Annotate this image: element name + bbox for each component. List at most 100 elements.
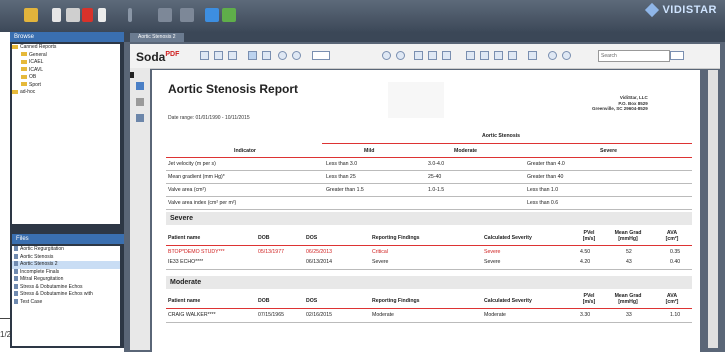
- tree-item[interactable]: Canned Reports: [12, 44, 120, 52]
- tab-aortic-stenosis-2[interactable]: Aortic Stenosis 2: [130, 33, 184, 42]
- level-header-mild: Mild: [364, 148, 375, 154]
- patient-ava: 0.35: [670, 249, 681, 255]
- logo-placeholder: [388, 82, 444, 118]
- list-item-label: Test Case: [20, 298, 43, 305]
- patient-name[interactable]: IE33 ECHO****: [168, 259, 203, 265]
- browse-header: Browse: [10, 32, 124, 42]
- book-icon[interactable]: [528, 51, 537, 60]
- save-icon[interactable]: [200, 51, 209, 60]
- list-item[interactable]: Stress & Dobutamine Echos with: [12, 291, 120, 299]
- col-dos: DOS: [306, 235, 318, 241]
- folder-icon: [21, 74, 27, 79]
- page-number-field[interactable]: [312, 51, 330, 60]
- logo-mark-icon: [645, 3, 660, 18]
- patient-mean-grad: 43: [626, 259, 632, 265]
- browse-title: Browse: [14, 34, 35, 40]
- monitor-icon[interactable]: [205, 8, 219, 22]
- tree-item[interactable]: ICAVL: [12, 67, 120, 75]
- patient-name[interactable]: BTOP*DEMO STUDY***: [168, 249, 225, 255]
- hand-icon[interactable]: [248, 51, 257, 60]
- criteria-moderate: 3.0-4.0: [428, 161, 445, 167]
- criteria-severe: Greater than 4.0: [527, 161, 565, 167]
- list-item[interactable]: Aortic Stenosis: [12, 254, 120, 262]
- col-mean-grad: Mean Grad [mmHg]: [614, 230, 642, 242]
- report-tree: Canned Reports General ICAEL ICAVL OB Sp…: [12, 44, 120, 224]
- chevron-right-icon[interactable]: [130, 72, 134, 78]
- pen-icon[interactable]: [128, 8, 132, 22]
- zoom-in-icon[interactable]: [382, 51, 391, 60]
- pdf-icon[interactable]: [82, 8, 93, 22]
- report-icon: [14, 246, 18, 252]
- brand-sup: PDF: [165, 51, 180, 58]
- table-icon[interactable]: [180, 8, 194, 22]
- patient-name[interactable]: CRAIG WALKER****: [168, 312, 216, 318]
- folder-icon[interactable]: [24, 8, 38, 22]
- list-item[interactable]: Incomplete Finals: [12, 269, 120, 277]
- patient-pvel: 4.50: [580, 249, 591, 255]
- tree-item[interactable]: General: [12, 52, 120, 60]
- patient-dos: 06/25/2013: [306, 249, 332, 255]
- bookmarks-icon[interactable]: [136, 114, 144, 122]
- report-icon: [14, 253, 18, 259]
- criteria-moderate: 25-40: [428, 174, 442, 180]
- patient-severity: Moderate: [484, 312, 506, 318]
- list-item[interactable]: Mitral Regurgitation: [12, 276, 120, 284]
- list-item[interactable]: Test Case: [12, 299, 120, 307]
- single-page-icon[interactable]: [442, 51, 451, 60]
- criteria-severe: Less than 0.6: [527, 200, 559, 206]
- list-item-selected[interactable]: Aortic Stenosis 2: [12, 261, 120, 269]
- attachment-icon[interactable]: [136, 98, 144, 106]
- tree-item-label: ad-hoc: [20, 89, 36, 95]
- rotate-right-icon[interactable]: [292, 51, 301, 60]
- section-moderate: Moderate: [166, 276, 692, 289]
- tree-item[interactable]: OB: [12, 74, 120, 82]
- fit-width-icon[interactable]: [428, 51, 437, 60]
- tree-item[interactable]: ad-hoc: [12, 89, 120, 97]
- grid-icon[interactable]: [158, 8, 172, 22]
- tree-item[interactable]: Sport: [12, 82, 120, 90]
- search-input[interactable]: Search: [598, 50, 670, 62]
- row-divider: [166, 183, 692, 184]
- tree-item[interactable]: ICAEL: [12, 59, 120, 67]
- continuous-icon[interactable]: [466, 51, 475, 60]
- rotate-left-icon[interactable]: [278, 51, 287, 60]
- files-header: Files: [12, 234, 124, 244]
- list-item[interactable]: Aortic Regurgitation: [12, 246, 120, 254]
- row-divider: [166, 322, 692, 323]
- facing-icon[interactable]: [480, 51, 489, 60]
- folder-icon: [21, 82, 27, 87]
- redo-icon[interactable]: [562, 51, 571, 60]
- search-options-icon[interactable]: [670, 51, 684, 60]
- list-item-label: Stress & Dobutamine Echos with: [20, 291, 93, 297]
- col-ava: AVA [cm²]: [665, 230, 679, 242]
- col-calculated-severity: Calculated Severity: [484, 298, 532, 304]
- severe-header-rule: [166, 245, 692, 246]
- report-icon: [14, 298, 18, 304]
- app-toolbar: VIDISTAR: [0, 0, 725, 32]
- undo-icon[interactable]: [548, 51, 557, 60]
- document-icon[interactable]: [52, 8, 61, 22]
- text-select-icon[interactable]: [262, 51, 271, 60]
- zoom-out-icon[interactable]: [396, 51, 405, 60]
- soda-pdf-logo: SodaPDF: [136, 50, 179, 64]
- pages-icon[interactable]: [136, 82, 144, 90]
- patient-severity: Severe: [484, 249, 501, 255]
- list-item-label: Aortic Stenosis 2: [20, 261, 58, 267]
- col-reporting-findings: Reporting Findings: [372, 235, 420, 241]
- fit-page-icon[interactable]: [414, 51, 423, 60]
- level-header-severe: Severe: [600, 148, 618, 154]
- two-page-icon[interactable]: [494, 51, 503, 60]
- cover-icon[interactable]: [508, 51, 517, 60]
- row-divider: [166, 170, 692, 171]
- report-icon: [14, 261, 18, 267]
- criteria-mild: Less than 25: [326, 174, 356, 180]
- export-icon[interactable]: [98, 8, 106, 22]
- chart-icon[interactable]: [222, 8, 236, 22]
- mail-icon[interactable]: [228, 51, 237, 60]
- list-item[interactable]: Stress & Dobutamine Echos: [12, 284, 120, 292]
- vertical-scrollbar[interactable]: [708, 70, 718, 348]
- print-icon[interactable]: [214, 51, 223, 60]
- print-icon[interactable]: [66, 8, 80, 22]
- logo-text: VIDISTAR: [662, 4, 717, 16]
- tree-item-label: ICAVL: [29, 66, 44, 73]
